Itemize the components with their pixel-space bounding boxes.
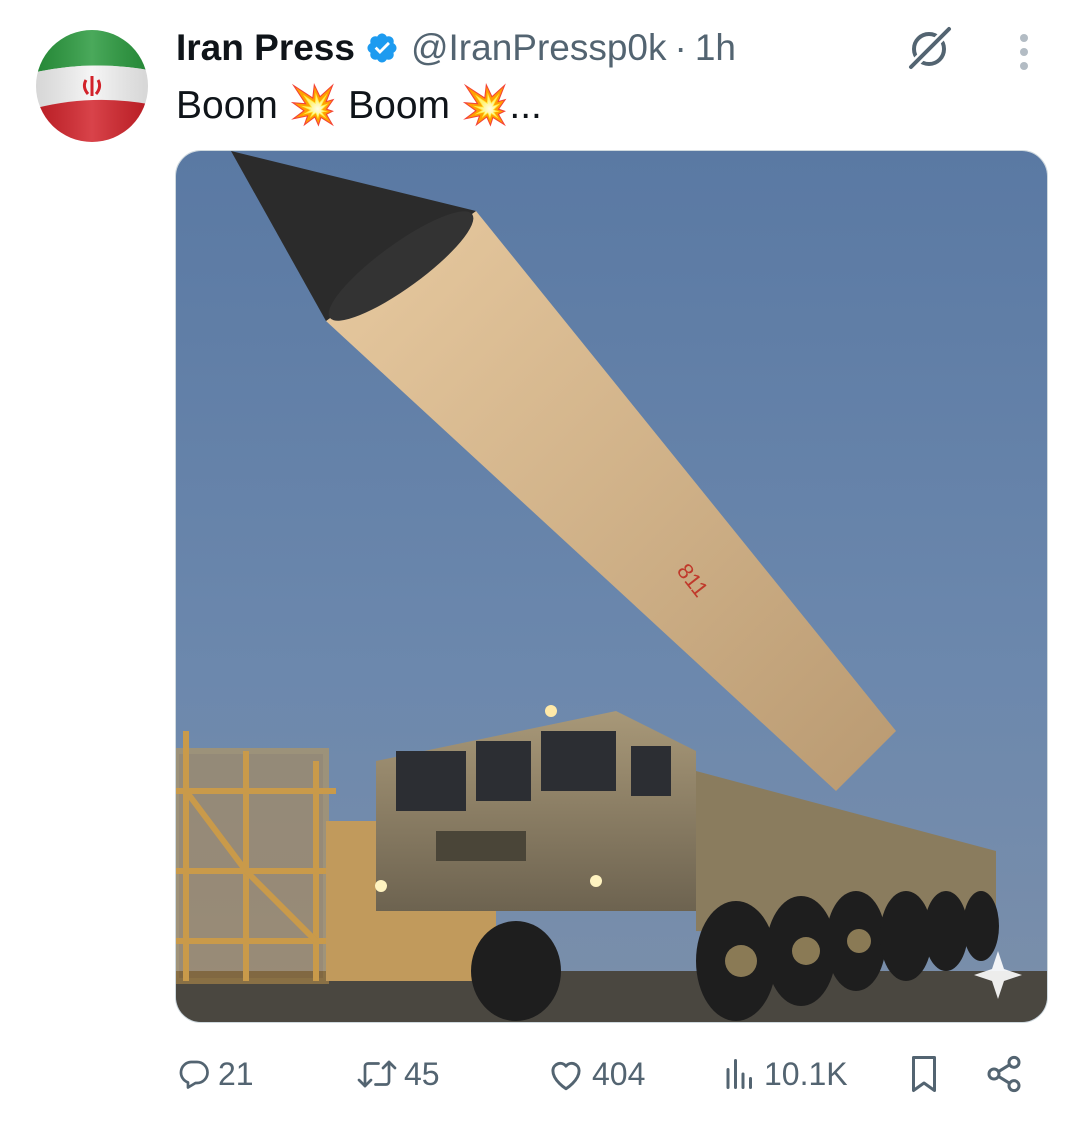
views-button[interactable]: 10.1K — [722, 1046, 848, 1102]
iran-flag-icon — [36, 30, 148, 142]
handle[interactable]: @IranPressp0k — [411, 27, 667, 69]
tweet-header: Iran Press @IranPressp0k · 1h — [176, 22, 736, 74]
more-button[interactable] — [1000, 24, 1048, 80]
repost-button[interactable]: 45 — [356, 1046, 440, 1102]
missile-launcher-photo: 811 — [176, 151, 1047, 1022]
grok-icon — [907, 25, 953, 71]
share-icon — [987, 1055, 1021, 1093]
repost-icon — [357, 1060, 397, 1088]
separator-dot: · — [674, 27, 687, 68]
reply-icon — [179, 1060, 209, 1089]
grok-button[interactable] — [902, 22, 958, 74]
like-count: 404 — [592, 1055, 646, 1092]
display-name[interactable]: Iran Press — [176, 27, 355, 69]
repost-count: 45 — [404, 1055, 440, 1092]
reply-count: 21 — [218, 1055, 254, 1092]
more-dots-icon — [1020, 34, 1028, 70]
bookmark-button[interactable] — [906, 1046, 942, 1102]
reply-button[interactable]: 21 — [176, 1046, 254, 1102]
views-count: 10.1K — [764, 1055, 848, 1092]
heart-icon — [551, 1061, 581, 1091]
timestamp[interactable]: 1h — [695, 27, 736, 69]
views-chart-icon — [726, 1059, 752, 1089]
tweet-media-image[interactable]: 811 — [175, 150, 1048, 1023]
bookmark-icon — [912, 1056, 936, 1092]
tweet-text: Boom 💥 Boom 💥... — [176, 84, 542, 127]
share-button[interactable] — [984, 1046, 1024, 1102]
verified-badge-icon — [365, 31, 399, 65]
avatar[interactable] — [36, 30, 148, 142]
action-bar: 21 45 404 10.1K — [0, 1046, 1080, 1102]
like-button[interactable]: 404 — [546, 1046, 645, 1102]
